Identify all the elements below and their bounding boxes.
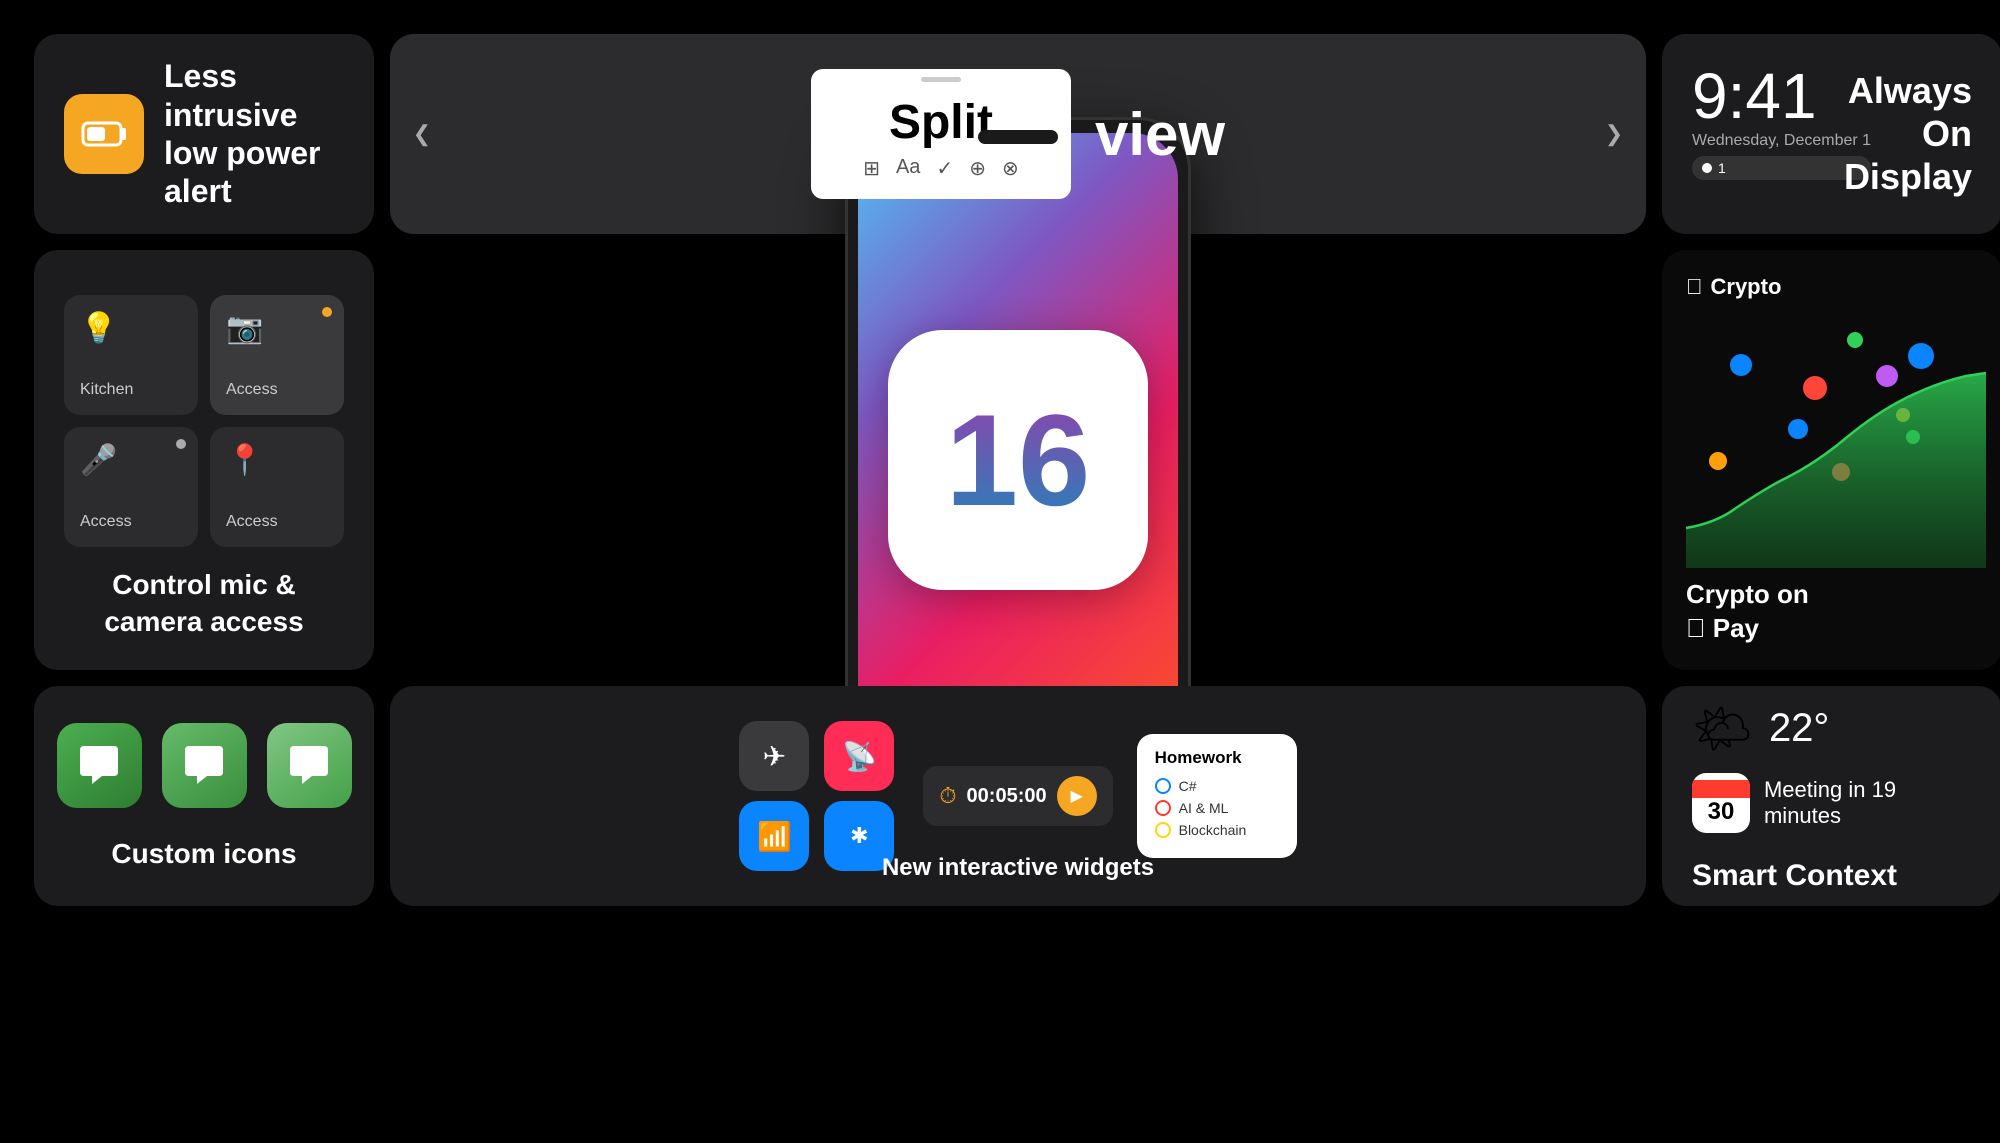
smart-temperature: 22° xyxy=(1769,706,1830,751)
hw-text-3: Blockchain xyxy=(1179,822,1247,838)
split-word: Split xyxy=(889,95,993,150)
mic-icon: 🎤 xyxy=(80,443,117,478)
hw-text-2: AI & ML xyxy=(1179,800,1229,816)
font-icon: Aa xyxy=(896,156,920,181)
cal-top xyxy=(1692,780,1750,798)
access-grid: 💡 Kitchen 📷 Access 🎤 Access 📍 Access xyxy=(64,295,344,547)
iphone-notch xyxy=(978,130,1058,144)
hw-text-1: C# xyxy=(1179,778,1197,794)
crypto-chart-area xyxy=(1686,310,1978,568)
homework-title: Homework xyxy=(1155,748,1279,768)
apple-logo-icon:  xyxy=(1686,274,1703,300)
low-power-title: Less intrusive low power alert xyxy=(164,57,344,211)
interactive-widgets-label: New interactive widgets xyxy=(882,854,1154,882)
hw-dot-1 xyxy=(1155,778,1171,794)
split-toolbar: ⊞ Aa ✓ ⊕ ⊗ xyxy=(863,156,1019,181)
access-cell-mic: 🎤 Access xyxy=(64,427,198,547)
crypto-footer-line1: Crypto on xyxy=(1686,579,1809,609)
mic-camera-card: 💡 Kitchen 📷 Access 🎤 Access 📍 Access Con… xyxy=(34,250,374,670)
weather-icon: 🌤 xyxy=(1692,700,1753,757)
ios16-card: 16 xyxy=(390,250,1646,670)
crypto-card:  Crypto xyxy=(1662,250,2000,670)
timer-clock-icon: ⏱ xyxy=(939,783,956,809)
crypto-title: Crypto xyxy=(1711,274,1782,300)
crypto-footer-line2: Pay xyxy=(1713,613,1759,643)
active-dot xyxy=(322,307,332,317)
timer-play-btn[interactable]: ▶ xyxy=(1057,776,1097,816)
rotate-icon: ⊗ xyxy=(1002,156,1019,181)
location-label: Access xyxy=(226,513,278,531)
mic-label: Access xyxy=(80,513,132,531)
homework-widget: Homework C# AI & ML Blockchain xyxy=(1137,734,1297,858)
check-icon: ✓ xyxy=(936,156,953,181)
hw-item-3: Blockchain xyxy=(1155,822,1279,838)
timer-widget-group: ⏱ 00:05:00 ▶ xyxy=(923,766,1112,826)
grid-icon: ⊞ xyxy=(863,156,880,181)
kitchen-label: Kitchen xyxy=(80,381,133,399)
apple-pay-icon:  xyxy=(1686,613,1706,643)
custom-icons-label: Custom icons xyxy=(111,838,296,870)
camera-label: Access xyxy=(226,381,278,399)
messages-icon-2 xyxy=(162,723,247,808)
access-cell-camera: 📷 Access xyxy=(210,295,344,415)
ios16-logo: 16 xyxy=(888,330,1148,590)
hw-item-1: C# xyxy=(1155,778,1279,794)
low-power-card: Less intrusive low power alert xyxy=(34,34,374,234)
wifi-btn[interactable]: 📶 xyxy=(739,801,809,871)
access-cell-kitchen: 💡 Kitchen xyxy=(64,295,198,415)
camera-icon: 📷 xyxy=(226,311,263,346)
arrow-right-icon[interactable]: ❯ xyxy=(1594,114,1634,154)
crypto-footer: Crypto on  Pay xyxy=(1686,578,1809,646)
always-on-label: Always On Display xyxy=(1844,69,1972,199)
meeting-text: Meeting in 19 minutes xyxy=(1764,777,1972,829)
indicator-dot xyxy=(1702,163,1712,173)
mic-camera-title: Control mic & camera access xyxy=(64,567,344,640)
airplane-btn[interactable]: ✈ xyxy=(739,721,809,791)
mic-dot xyxy=(176,439,186,449)
calendar-badge: 30 xyxy=(1692,773,1750,833)
doc-notch xyxy=(921,77,961,82)
interactive-widgets-card: ✈ 📡 📶 ✱ ⏱ 00:05:00 ▶ Homework C# xyxy=(390,686,1646,906)
messages-icon-3 xyxy=(267,723,352,808)
timer-widget: ⏱ 00:05:00 ▶ xyxy=(923,766,1112,826)
messages-icons-row xyxy=(57,723,352,808)
smart-context-card: 🌤 22° 30 Meeting in 19 minutes Smart Con… xyxy=(1662,686,2000,906)
battery-icon xyxy=(64,94,144,174)
timer-display: 00:05:00 xyxy=(967,785,1047,808)
smart-context-weather: 🌤 22° xyxy=(1692,700,1829,757)
indicator-num: 1 xyxy=(1718,160,1726,176)
always-on-card: 9:41 Wednesday, December 1 1 Always On D… xyxy=(1662,34,2000,234)
widgets-row: ✈ 📡 📶 ✱ ⏱ 00:05:00 ▶ Homework C# xyxy=(739,721,1296,871)
ios16-number: 16 xyxy=(946,395,1091,525)
control-center-widget: ✈ 📡 📶 ✱ xyxy=(739,721,899,871)
hw-dot-3 xyxy=(1155,822,1171,838)
hw-dot-2 xyxy=(1155,800,1171,816)
kitchen-icon: 💡 xyxy=(80,311,117,346)
hw-item-2: AI & ML xyxy=(1155,800,1279,816)
location-icon: 📍 xyxy=(226,443,263,478)
view-word: view xyxy=(1095,100,1225,169)
custom-icons-card: Custom icons xyxy=(34,686,374,906)
crypto-chart-svg xyxy=(1686,368,1986,568)
arrow-left-icon[interactable]: ❮ xyxy=(402,114,442,154)
smart-meeting-row: 30 Meeting in 19 minutes xyxy=(1692,773,1972,833)
messages-icon-1 xyxy=(57,723,142,808)
plus-icon: ⊕ xyxy=(969,156,986,181)
podcast-btn[interactable]: 📡 xyxy=(824,721,894,791)
crypto-header:  Crypto xyxy=(1686,274,1781,300)
cal-day: 30 xyxy=(1708,798,1735,826)
smart-context-label: Smart Context xyxy=(1692,859,1897,893)
access-cell-location: 📍 Access xyxy=(210,427,344,547)
